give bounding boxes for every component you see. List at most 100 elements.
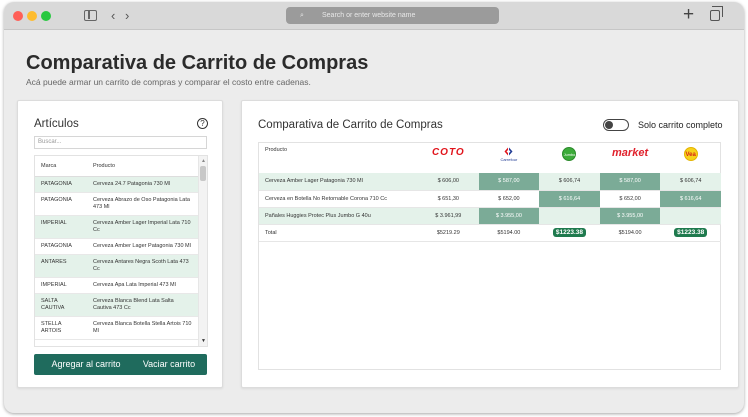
articulos-card: Artículos ? Buscar... Marca Producto PAT… xyxy=(17,100,223,388)
table-row[interactable]: IMPERIAL Cerveza Amber Lager Imperial Lat… xyxy=(35,215,199,239)
address-placeholder: Search or enter website name xyxy=(322,12,416,19)
producto-cell: Cerveza Abrazo de Oso Patagonia Lata 473… xyxy=(87,192,199,216)
close-window-button[interactable] xyxy=(13,11,23,21)
browser-titlebar: ‹ › ⌕ Search or enter website name + xyxy=(4,2,744,30)
store-header-vea: Vea xyxy=(660,143,721,173)
clear-cart-button[interactable]: Vaciar carrito xyxy=(131,354,207,375)
new-tab-icon[interactable]: + xyxy=(683,4,694,26)
forward-icon[interactable]: › xyxy=(125,8,129,24)
price-cell-vea: $ 616,64 xyxy=(660,190,721,208)
comparison-row: Cerveza en Botella No Retornable Corona … xyxy=(259,190,721,208)
help-icon[interactable]: ? xyxy=(197,118,208,129)
table-row[interactable]: IMPERIAL Cerveza Apa Lata Imperial 473 Ml xyxy=(35,277,199,294)
price-cell-jumbo: $ 606,74 xyxy=(539,173,600,191)
comparison-row: Cerveza Amber Lager Patagonia 730 Ml $ 60… xyxy=(259,173,721,191)
tab-overview-icon[interactable] xyxy=(710,6,723,21)
best-total-badge: $1223.38 xyxy=(674,228,708,237)
table-row[interactable]: PATAGONIA Cerveza 24.7 Patagonia 730 Ml xyxy=(35,176,199,193)
page-subtitle: Acá puede armar un carrito de compras y … xyxy=(26,77,311,87)
sidebar-toggle-icon[interactable] xyxy=(84,10,97,21)
price-cell-jumbo xyxy=(539,207,600,225)
marca-cell: PATAGONIA xyxy=(35,192,87,216)
total-cell-vea: $1223.38 xyxy=(660,224,721,242)
jumbo-logo: Jumbo xyxy=(562,147,577,161)
table-row[interactable]: PATAGONIA Cerveza Amber Lager Patagonia 7… xyxy=(35,238,199,255)
producto-cell: Cerveza Amber Lager Imperial Lata 710 Cc xyxy=(87,215,199,239)
page-header: Comparativa de Carrito de Compras Acá pu… xyxy=(26,52,368,87)
store-header-jumbo: Jumbo xyxy=(539,143,600,173)
price-cell-market: $ 587,00 xyxy=(599,173,661,191)
price-cell-vea: $ 606,74 xyxy=(660,173,721,191)
marca-cell: SALTA CAUTIVA xyxy=(35,293,87,317)
comparison-table: Producto COTO Carrefour Jumbo market Vea… xyxy=(258,142,721,370)
scroll-down-icon[interactable]: ▼ xyxy=(201,338,206,344)
price-cell-carrefour: $ 652,00 xyxy=(478,190,540,208)
best-total-badge: $1223.38 xyxy=(552,228,587,237)
marca-cell: IMPERIAL xyxy=(35,215,87,239)
store-header-market: market xyxy=(600,143,661,173)
total-cell-jumbo: $1223.38 xyxy=(539,224,600,242)
minimize-window-button[interactable] xyxy=(27,11,37,21)
table-row[interactable]: PATAGONIA Cerveza Abrazo de Oso Patagonia… xyxy=(35,192,199,216)
price-cell-coto: $ 651,30 xyxy=(418,190,479,208)
price-cell-carrefour: $ 3.955,00 xyxy=(478,207,540,225)
comparison-row: Pañales Huggies Protec Plus Jumbo G 40u $… xyxy=(259,207,721,225)
vea-logo: Vea xyxy=(683,147,698,161)
product-name-cell: Cerveza en Botella No Retornable Corona … xyxy=(259,190,418,208)
producto-cell: Cerveza Blanca Blend Lata Salta Cautiva … xyxy=(87,293,199,317)
store-header-coto: COTO xyxy=(418,143,479,173)
price-cell-jumbo: $ 616,64 xyxy=(539,190,600,208)
store-header-carrefour: Carrefour xyxy=(479,143,540,173)
producto-cell: Cerveza 24.7 Patagonia 730 Ml xyxy=(87,176,199,193)
price-cell-coto: $ 606,00 xyxy=(418,173,479,191)
back-icon[interactable]: ‹ xyxy=(111,8,115,24)
marca-cell: IMPERIAL xyxy=(35,277,87,294)
column-header-producto: Producto xyxy=(265,147,288,153)
price-cell-vea xyxy=(660,207,721,225)
price-cell-carrefour: $ 587,00 xyxy=(478,173,540,191)
market-logo: market xyxy=(612,147,649,159)
total-cell-market: $5194.00 xyxy=(599,224,661,242)
marca-cell: STELLA ARTOIS xyxy=(35,316,87,340)
total-label: Total xyxy=(259,224,418,242)
articulos-scrollbar[interactable]: ▲ ▼ xyxy=(198,156,207,346)
comparativa-title: Comparativa de Carrito de Compras xyxy=(258,119,443,131)
column-header-marca[interactable]: Marca xyxy=(35,156,87,177)
table-row[interactable]: SALTA CAUTIVA Cerveza Blanca Blend Lata S… xyxy=(35,293,199,317)
producto-cell: Cerveza Amber Lager Patagonia 730 Ml xyxy=(87,238,199,255)
producto-cell: Cerveza Antares Negra Scoth Lata 473 Cc xyxy=(87,254,199,278)
price-cell-coto: $ 3.961,99 xyxy=(418,207,479,225)
marca-cell: PATAGONIA xyxy=(35,176,87,193)
articulos-title: Artículos xyxy=(34,118,79,130)
comparativa-card: Comparativa de Carrito de Compras Solo c… xyxy=(241,100,739,388)
scroll-up-icon[interactable]: ▲ xyxy=(201,158,206,164)
address-bar[interactable]: ⌕ Search or enter website name xyxy=(286,7,499,24)
price-cell-market: $ 652,00 xyxy=(599,190,661,208)
search-input[interactable]: Buscar... xyxy=(34,136,207,149)
search-icon: ⌕ xyxy=(300,12,304,19)
product-name-cell: Pañales Huggies Protec Plus Jumbo G 40u xyxy=(259,207,418,225)
browser-window: ‹ › ⌕ Search or enter website name + Com… xyxy=(4,2,744,413)
total-cell-carrefour: $5194.00 xyxy=(478,224,540,242)
column-header-producto[interactable]: Producto xyxy=(87,156,199,177)
total-cell-coto: $5219.29 xyxy=(418,224,479,242)
table-row[interactable]: ANTARES Cerveza Antares Negra Scoth Lata … xyxy=(35,254,199,278)
add-to-cart-button[interactable]: Agregar al carrito xyxy=(34,354,138,375)
producto-cell: Cerveza Blanca Botella Stella Artois 710… xyxy=(87,316,199,340)
maximize-window-button[interactable] xyxy=(41,11,51,21)
table-row[interactable]: STELLA ARTOIS Cerveza Blanca Botella Stel… xyxy=(35,316,199,340)
articulos-table: Marca Producto PATAGONIA Cerveza 24.7 Pat… xyxy=(34,155,208,347)
toggle-label: Solo carrito completo xyxy=(638,120,723,130)
page-title: Comparativa de Carrito de Compras xyxy=(26,52,369,74)
marca-cell: PATAGONIA xyxy=(35,238,87,255)
carrefour-logo: Carrefour xyxy=(485,147,534,162)
producto-cell: Cerveza Apa Lata Imperial 473 Ml xyxy=(87,277,199,294)
toggle-knob xyxy=(605,121,613,129)
price-cell-market: $ 3.955,00 xyxy=(599,207,661,225)
marca-cell: ANTARES xyxy=(35,254,87,278)
total-row: Total $5219.29 $5194.00 $1223.38 $5194.00 $12… xyxy=(259,224,721,242)
scrollbar-thumb[interactable] xyxy=(200,166,206,181)
solo-carrito-completo-toggle[interactable] xyxy=(603,119,629,131)
coto-logo: COTO xyxy=(431,147,465,158)
product-name-cell: Cerveza Amber Lager Patagonia 730 Ml xyxy=(259,173,418,191)
